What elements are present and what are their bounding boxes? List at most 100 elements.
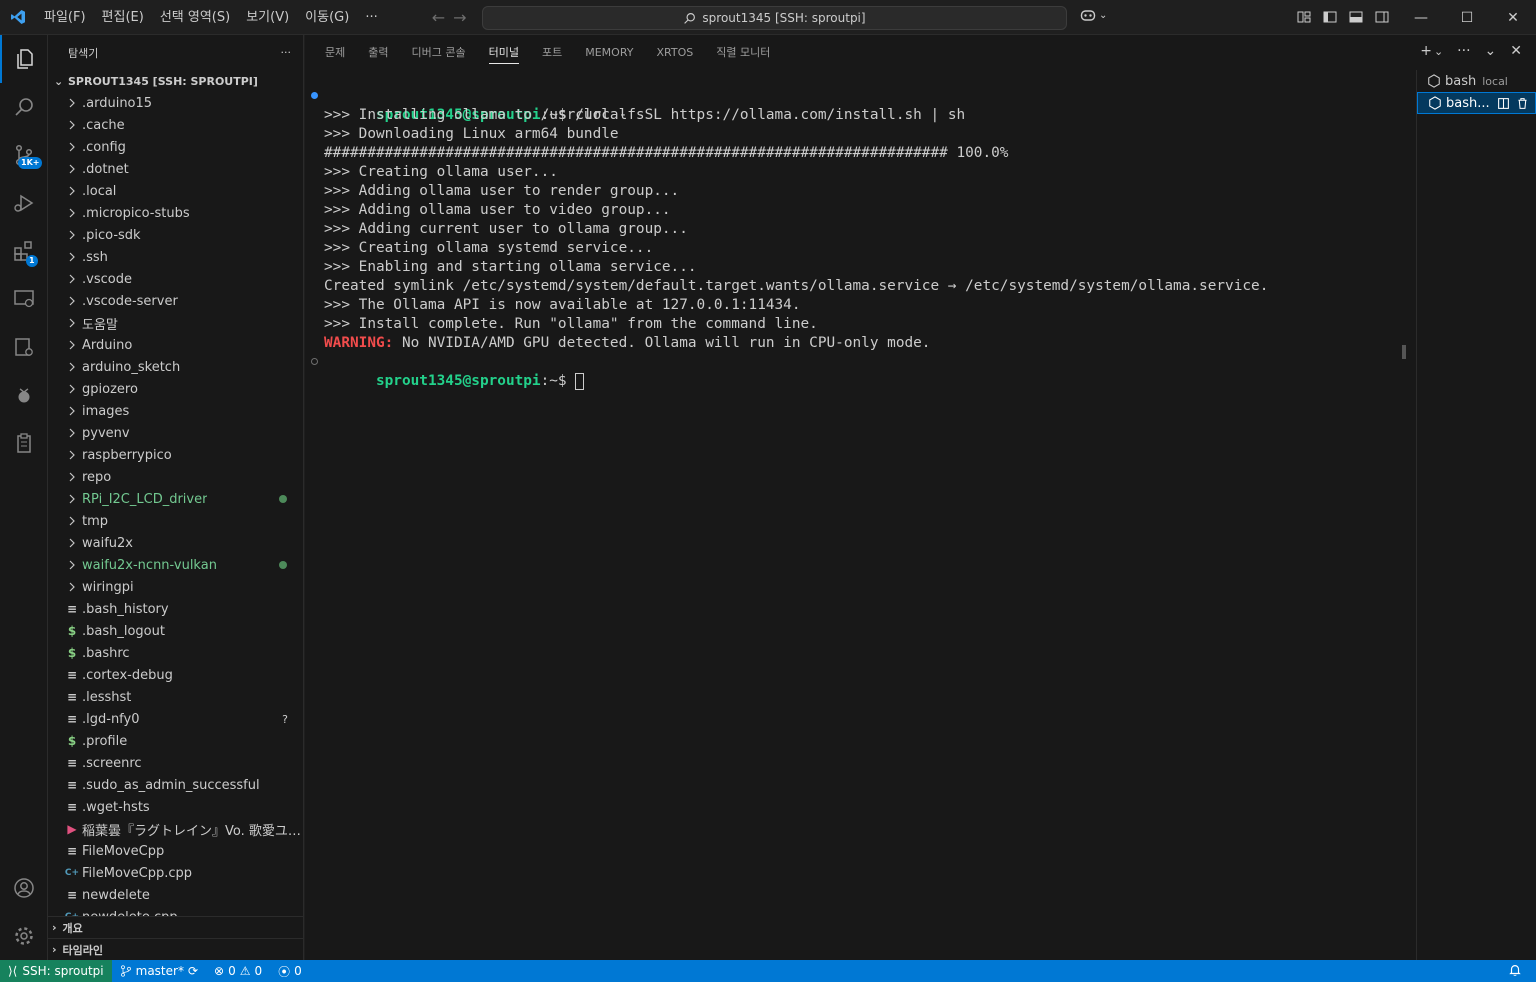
tree-file[interactable]: $ .profile: [48, 730, 304, 752]
notifications-bell-icon[interactable]: [1508, 963, 1522, 980]
tree-folder[interactable]: .local: [48, 180, 304, 202]
extensions-icon[interactable]: 1: [0, 227, 48, 275]
tree-folder[interactable]: raspberrypico: [48, 444, 304, 466]
new-terminal-plus-icon[interactable]: +: [1420, 43, 1432, 59]
remote-indicator[interactable]: ⟩⟨ SSH: sproutpi: [0, 960, 112, 982]
tree-folder[interactable]: .dotnet: [48, 158, 304, 180]
tree-file[interactable]: ≡ .lesshst: [48, 686, 304, 708]
search-icon[interactable]: [0, 83, 48, 131]
terminal-scrollbar[interactable]: [1402, 345, 1406, 359]
terminal-output[interactable]: sprout1345@sproutpi:~$ curl -fsSL https:…: [305, 87, 1405, 947]
tree-file[interactable]: ≡ .bash_history: [48, 598, 304, 620]
copilot-button[interactable]: ⌄: [1080, 8, 1107, 22]
toggle-primary-sidebar-icon[interactable]: [1322, 9, 1338, 25]
tab-terminal[interactable]: 터미널: [488, 35, 520, 70]
toggle-panel-icon[interactable]: [1348, 9, 1364, 25]
tree-folder[interactable]: tmp: [48, 510, 304, 532]
tree-file[interactable]: ≡ .sudo_as_admin_successful: [48, 774, 304, 796]
tree-folder[interactable]: wiringpi: [48, 576, 304, 598]
command-success-decoration-icon[interactable]: [311, 92, 318, 99]
tree-folder[interactable]: waifu2x: [48, 532, 304, 554]
tree-folder[interactable]: arduino_sketch: [48, 356, 304, 378]
menu-file[interactable]: 파일(F): [36, 0, 94, 35]
tab-ports[interactable]: 포트: [542, 35, 562, 70]
tab-serial-monitor[interactable]: 직렬 모니터: [716, 35, 770, 70]
raspberry-pi-icon[interactable]: [0, 371, 48, 419]
tree-folder[interactable]: RPi_I2C_LCD_driver: [48, 488, 304, 510]
menu-more[interactable]: ···: [357, 0, 385, 35]
tree-item-label: .cortex-debug: [82, 667, 173, 683]
tree-folder[interactable]: .cache: [48, 114, 304, 136]
menu-selection[interactable]: 선택 영역(S): [152, 0, 238, 35]
tree-file[interactable]: ≡ .cortex-debug: [48, 664, 304, 686]
tree-file[interactable]: ≡ .lgd-nfy0?: [48, 708, 304, 730]
split-terminal-icon[interactable]: [1497, 97, 1510, 110]
menu-edit[interactable]: 편집(E): [94, 0, 152, 35]
terminal-tab-bash-local[interactable]: bash local: [1417, 70, 1536, 92]
branch-indicator[interactable]: master* ⟳: [112, 964, 206, 978]
tab-debug-console[interactable]: 디버그 콘솔: [412, 35, 466, 70]
source-control-icon[interactable]: 1K+: [0, 131, 48, 179]
tree-folder[interactable]: 도움말: [48, 312, 304, 334]
tree-folder[interactable]: pyvenv: [48, 422, 304, 444]
prompt-decoration-icon[interactable]: [311, 358, 318, 365]
tree-file[interactable]: $ .bash_logout: [48, 620, 304, 642]
clipboard-icon[interactable]: [0, 419, 48, 467]
tree-folder[interactable]: .vscode-server: [48, 290, 304, 312]
tab-problems[interactable]: 문제: [325, 35, 345, 70]
tree-folder[interactable]: repo: [48, 466, 304, 488]
tree-folder[interactable]: .arduino15: [48, 92, 304, 114]
tab-output[interactable]: 출력: [368, 35, 388, 70]
testing-icon[interactable]: [0, 323, 48, 371]
terminal-dropdown-chevron-icon[interactable]: ⌄: [1434, 45, 1443, 58]
tree-folder[interactable]: images: [48, 400, 304, 422]
close-icon[interactable]: ✕: [1490, 0, 1536, 35]
tree-folder[interactable]: waifu2x-ncnn-vulkan: [48, 554, 304, 576]
command-center[interactable]: sprout1345 [SSH: sproutpi]: [482, 6, 1067, 30]
explorer-more-actions[interactable]: ···: [281, 46, 292, 59]
sync-icon[interactable]: ⟳: [188, 964, 198, 978]
trash-icon[interactable]: [1516, 97, 1529, 110]
maximize-panel-chevron-icon[interactable]: ⌄: [1485, 43, 1497, 59]
tree-file[interactable]: ≡ .screenrc: [48, 752, 304, 774]
run-debug-icon[interactable]: [0, 179, 48, 227]
tree-file[interactable]: $ .bashrc: [48, 642, 304, 664]
problems-indicator[interactable]: ⊗ 0 ⚠ 0: [206, 964, 270, 978]
toggle-secondary-sidebar-icon[interactable]: [1374, 9, 1390, 25]
accounts-icon[interactable]: [0, 864, 48, 912]
maximize-icon[interactable]: ☐: [1444, 0, 1490, 35]
tree-file[interactable]: ▶ 稲葉曇『ラグトレイン』Vo. 歌愛ユキ (...: [48, 818, 304, 840]
tree-folder[interactable]: .ssh: [48, 246, 304, 268]
tree-folder[interactable]: .pico-sdk: [48, 224, 304, 246]
tree-file[interactable]: C+newdelete.cpp: [48, 906, 304, 917]
menu-view[interactable]: 보기(V): [238, 0, 297, 35]
tree-file[interactable]: ≡ newdelete: [48, 884, 304, 906]
tree-file[interactable]: C+ FileMoveCpp.cpp: [48, 862, 304, 884]
tab-xrtos[interactable]: XRTOS: [656, 35, 693, 70]
explorer-icon[interactable]: [0, 35, 48, 83]
tree-folder[interactable]: .micropico-stubs: [48, 202, 304, 224]
tab-memory[interactable]: MEMORY: [585, 35, 633, 70]
remote-explorer-icon[interactable]: [0, 275, 48, 323]
ports-indicator[interactable]: ⦿ 0: [270, 963, 310, 980]
back-arrow-icon[interactable]: ←: [432, 8, 445, 27]
menu-go[interactable]: 이동(G): [297, 0, 357, 35]
close-panel-icon[interactable]: ✕: [1510, 43, 1522, 59]
tree-item-label: .wget-hsts: [82, 799, 150, 815]
tree-file[interactable]: ≡ FileMoveCpp: [48, 840, 304, 862]
settings-gear-icon[interactable]: [0, 912, 48, 960]
tree-file[interactable]: ≡ .wget-hsts: [48, 796, 304, 818]
timeline-section[interactable]: › 타임라인: [48, 938, 304, 960]
workspace-root[interactable]: ⌄ SPROUT1345 [SSH: SPROUTPI]: [48, 70, 303, 92]
tree-item-label: waifu2x: [82, 535, 133, 551]
terminal-tab-bash-active[interactable]: bash...: [1417, 92, 1536, 114]
tree-folder[interactable]: Arduino: [48, 334, 304, 356]
forward-arrow-icon[interactable]: →: [453, 8, 466, 27]
tree-folder[interactable]: .vscode: [48, 268, 304, 290]
outline-section[interactable]: › 개요: [48, 916, 304, 938]
customize-layout-icon[interactable]: [1296, 9, 1312, 25]
more-actions-icon[interactable]: ···: [1457, 43, 1470, 59]
minimize-icon[interactable]: —: [1398, 0, 1444, 35]
tree-folder[interactable]: .config: [48, 136, 304, 158]
tree-folder[interactable]: gpiozero: [48, 378, 304, 400]
